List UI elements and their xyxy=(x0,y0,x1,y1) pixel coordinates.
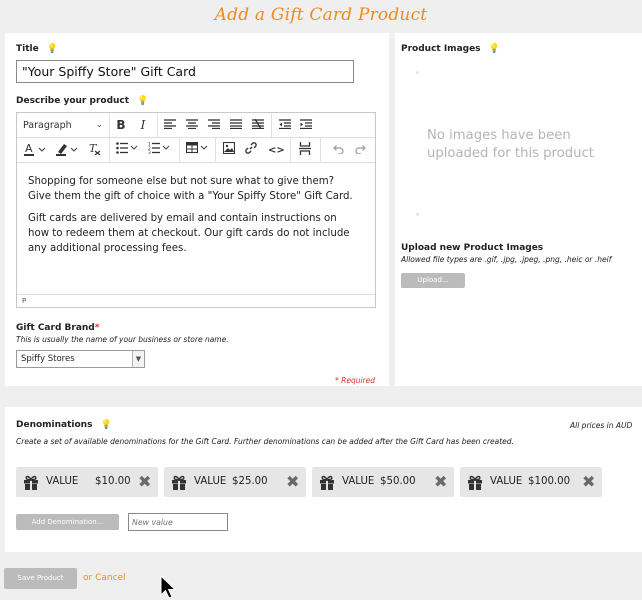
svg-text:3: 3 xyxy=(148,150,151,154)
toolbar-divider xyxy=(109,113,110,137)
editor-paragraph: Shopping for someone else but not sure w… xyxy=(28,176,353,202)
gift-icon xyxy=(320,475,334,490)
toolbar-divider xyxy=(157,113,158,137)
align-left-icon[interactable] xyxy=(163,117,177,134)
align-center-icon[interactable] xyxy=(185,117,199,134)
brand-select[interactable]: Spiffy Stores ▼ xyxy=(16,350,145,368)
editor-status-path: P xyxy=(17,294,375,307)
page-title: Add a Gift Card Product xyxy=(214,5,428,25)
denomination-label: VALUE xyxy=(194,476,227,487)
chevron-down-icon: ⌄ xyxy=(95,120,103,130)
highlight-icon[interactable] xyxy=(55,142,81,159)
toolbar-divider xyxy=(320,138,321,162)
mouse-cursor-icon xyxy=(160,575,177,599)
clear-format-icon[interactable] xyxy=(251,117,265,134)
upload-button[interactable]: Upload... xyxy=(401,273,465,288)
image-icon[interactable] xyxy=(222,141,236,159)
toolbar-divider xyxy=(109,138,110,162)
outdent-icon[interactable] xyxy=(278,117,292,134)
save-product-button[interactable]: Save Product xyxy=(4,568,77,589)
code-icon[interactable]: <> xyxy=(268,142,285,159)
brand-label: Gift Card Brand* xyxy=(16,323,99,333)
lightbulb-icon[interactable]: 💡 xyxy=(47,44,58,54)
text-color-icon[interactable]: A xyxy=(23,142,49,159)
allowed-file-types: Allowed file types are .gif, .jpg, .jpeg… xyxy=(401,255,612,264)
denomination-label: VALUE xyxy=(46,476,79,487)
rich-text-editor: Paragraph ⌄ B I A T 1 2 3 <> Shopping fo… xyxy=(16,112,376,308)
upload-images-label: Upload new Product Images xyxy=(401,243,544,253)
brand-label-text: Gift Card Brand xyxy=(16,323,95,333)
chevron-down-icon: ▼ xyxy=(132,351,144,367)
redo-icon[interactable] xyxy=(354,142,368,159)
denomination-label: VALUE xyxy=(490,476,523,487)
paragraph-format-value: Paragraph xyxy=(23,120,72,131)
title-input[interactable] xyxy=(16,60,354,83)
title-label: Title 💡 xyxy=(16,44,58,54)
description-label: Describe your product 💡 xyxy=(16,96,148,106)
description-label-text: Describe your product xyxy=(16,96,130,106)
title-label-text: Title xyxy=(16,44,39,54)
align-justify-icon[interactable] xyxy=(229,117,243,134)
lightbulb-icon[interactable]: 💡 xyxy=(489,44,500,54)
link-icon[interactable] xyxy=(244,142,258,159)
toolbar-divider xyxy=(271,113,272,137)
denomination-chip: VALUE $10.00 ✖ xyxy=(16,467,158,497)
dropzone-corner-mark xyxy=(416,213,419,216)
brand-select-value: Spiffy Stores xyxy=(21,354,75,364)
brand-help: This is usually the name of your busines… xyxy=(16,335,229,344)
required-star: * xyxy=(94,323,100,333)
column-divider xyxy=(389,33,395,386)
denomination-chip: VALUE $25.00 ✖ xyxy=(164,467,306,497)
product-details-panel: Title 💡 Describe your product 💡 Paragraph … xyxy=(5,33,642,386)
editor-toolbar-row-1: Paragraph ⌄ B I xyxy=(17,113,375,138)
images-label-text: Product Images xyxy=(401,44,481,54)
cancel-link[interactable]: or Cancel xyxy=(83,573,126,583)
required-note: * Required xyxy=(335,376,376,385)
toolbar-divider xyxy=(215,138,216,162)
new-value-input[interactable] xyxy=(128,513,228,531)
editor-content[interactable]: Shopping for someone else but not sure w… xyxy=(28,174,358,263)
denominations-label-text: Denominations xyxy=(16,420,93,430)
lightbulb-icon[interactable]: 💡 xyxy=(137,96,148,106)
prices-currency-note: All prices in AUD xyxy=(570,421,633,430)
gift-icon xyxy=(468,475,482,490)
denomination-label: VALUE xyxy=(342,476,375,487)
denomination-amount: $50.00 xyxy=(380,476,416,487)
align-right-icon[interactable] xyxy=(207,117,221,134)
italic-icon[interactable]: I xyxy=(136,117,150,134)
add-denomination-button[interactable]: Add Denomination... xyxy=(16,514,119,530)
undo-icon[interactable] xyxy=(331,142,345,159)
editor-toolbar-row-2: A T 123 <> xyxy=(17,138,375,163)
denomination-amount: $10.00 xyxy=(95,476,131,487)
toolbar-divider xyxy=(290,138,291,162)
remove-format-icon[interactable]: T xyxy=(87,142,101,159)
gift-icon xyxy=(24,475,38,490)
svg-text:A: A xyxy=(25,142,33,155)
paragraph-format-select[interactable]: Paragraph ⌄ xyxy=(23,117,103,134)
page-break-icon[interactable] xyxy=(298,142,312,159)
images-label: Product Images 💡 xyxy=(401,44,500,54)
toolbar-divider xyxy=(179,138,180,162)
gift-icon xyxy=(172,475,186,490)
lightbulb-icon[interactable]: 💡 xyxy=(100,420,111,430)
remove-icon[interactable]: ✖ xyxy=(286,472,299,491)
remove-icon[interactable]: ✖ xyxy=(582,472,595,491)
denomination-chip: VALUE $50.00 ✖ xyxy=(312,467,454,497)
denominations-label: Denominations 💡 xyxy=(16,420,112,430)
no-images-message: No images have been uploaded for this pr… xyxy=(427,128,594,161)
numbered-list-icon[interactable]: 123 xyxy=(147,142,173,159)
denominations-help: Create a set of available denominations … xyxy=(16,437,514,446)
bullet-list-icon[interactable] xyxy=(115,142,141,159)
denomination-chip: VALUE $100.00 ✖ xyxy=(460,467,602,497)
table-icon[interactable] xyxy=(185,141,211,159)
denomination-amount: $25.00 xyxy=(232,476,268,487)
bold-icon[interactable]: B xyxy=(114,117,128,134)
denominations-panel: Denominations 💡 All prices in AUD Create … xyxy=(5,407,642,552)
editor-paragraph: Gift cards are delivered by email and co… xyxy=(28,213,350,254)
denomination-amount: $100.00 xyxy=(528,476,571,487)
indent-icon[interactable] xyxy=(299,117,313,134)
remove-icon[interactable]: ✖ xyxy=(434,472,447,491)
dropzone-corner-mark xyxy=(416,71,419,74)
remove-icon[interactable]: ✖ xyxy=(138,472,151,491)
